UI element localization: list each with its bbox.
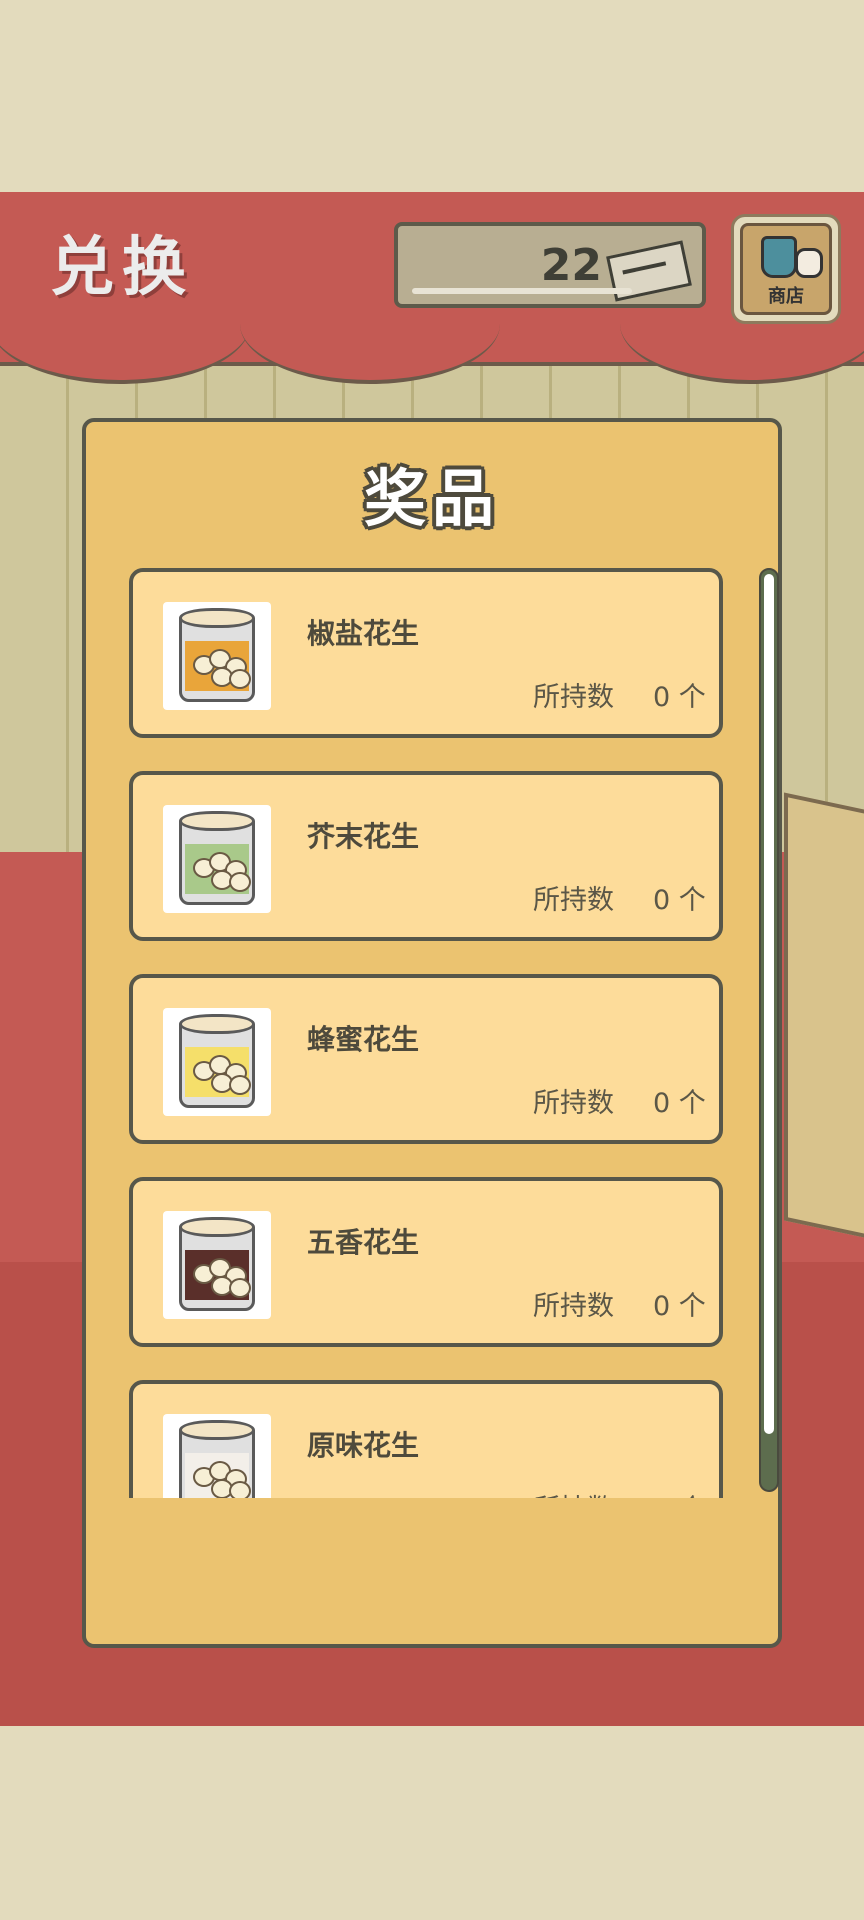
- owned-label: 所持数: [533, 1088, 614, 1119]
- prize-panel-title: 奖品: [363, 462, 500, 535]
- prize-panel: 奖品 椒盐花生 所持数 0 个 芥末花生 所持数 0 个 蜂蜜花生 所持数 0 …: [82, 418, 782, 1648]
- owned-label: 所持数: [533, 885, 614, 916]
- owned-count: 0 个: [653, 1487, 706, 1498]
- peanut-icon: [229, 1075, 251, 1095]
- owned-label: 所持数: [533, 1487, 614, 1498]
- shop-button-face[interactable]: 商店: [740, 223, 832, 315]
- peanut-can-icon: [163, 602, 271, 710]
- owned-count: 0 个: [653, 682, 706, 713]
- shop-button[interactable]: 商店: [731, 214, 841, 324]
- peanut-can-icon: [163, 1414, 271, 1498]
- page-title: 兑换: [50, 231, 194, 305]
- counter-underline: [412, 288, 632, 294]
- peanut-icon: [229, 669, 251, 689]
- prize-name: 芥末花生: [307, 820, 420, 853]
- prize-name: 原味花生: [307, 1429, 420, 1462]
- ticket-count: 22: [540, 240, 602, 291]
- ticket-counter: 22: [394, 222, 706, 308]
- peanut-icon: [229, 1481, 251, 1498]
- scrollbar-thumb[interactable]: [764, 574, 774, 1434]
- owned-label: 所持数: [533, 1291, 614, 1322]
- prize-list-scrollbar[interactable]: [759, 568, 779, 1492]
- prize-name: 蜂蜜花生: [307, 1023, 420, 1056]
- prize-item[interactable]: 蜂蜜花生 所持数 0 个: [129, 974, 723, 1144]
- prize-item[interactable]: 芥末花生 所持数 0 个: [129, 771, 723, 941]
- sack-icon: [795, 248, 823, 278]
- peanut-can-icon: [163, 1211, 271, 1319]
- peanut-icon: [229, 1278, 251, 1298]
- prize-item[interactable]: 原味花生 所持数 0 个: [129, 1380, 723, 1498]
- prize-name: 椒盐花生: [307, 617, 420, 650]
- prize-list[interactable]: 椒盐花生 所持数 0 个 芥末花生 所持数 0 个 蜂蜜花生 所持数 0 个 五…: [129, 568, 723, 1498]
- owned-count: 0 个: [653, 1291, 706, 1322]
- owned-label: 所持数: [533, 682, 614, 713]
- peanut-icon: [229, 872, 251, 892]
- owned-count: 0 个: [653, 885, 706, 916]
- prize-item[interactable]: 椒盐花生 所持数 0 个: [129, 568, 723, 738]
- bag-icon: [761, 236, 797, 278]
- peanut-can-icon: [163, 805, 271, 913]
- peanut-can-icon: [163, 1008, 271, 1116]
- awning: 兑换 22 商店: [0, 192, 864, 384]
- prize-item[interactable]: 五香花生 所持数 0 个: [129, 1177, 723, 1347]
- shop-label: 商店: [768, 286, 804, 307]
- owned-count: 0 个: [653, 1088, 706, 1119]
- prize-name: 五香花生: [307, 1226, 420, 1259]
- background-jar-shelf: [784, 792, 864, 1244]
